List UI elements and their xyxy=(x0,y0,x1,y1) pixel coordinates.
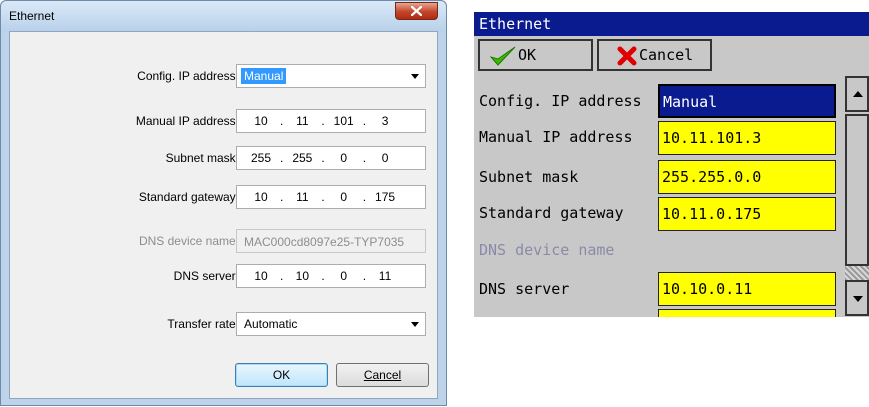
dns-server-row: DNS server: 10. 10. 0. 11 xyxy=(10,264,439,288)
ip-octet[interactable]: 0 xyxy=(328,265,360,287)
device-cancel-button[interactable]: Cancel xyxy=(597,39,712,71)
ip-octet[interactable]: 255 xyxy=(245,147,277,169)
ethernet-dialog: Ethernet Config. IP address: Manual Manu… xyxy=(0,0,447,406)
scroll-thumb[interactable] xyxy=(845,114,869,266)
arrow-up-icon xyxy=(853,91,863,97)
gateway-field[interactable]: 10. 11. 0. 175 xyxy=(236,185,426,209)
ip-octet[interactable]: 255 xyxy=(286,147,318,169)
device-ethernet-panel: Ethernet OK Cancel Config. IP address Ma… xyxy=(474,12,869,317)
device-ok-label: OK xyxy=(518,46,537,64)
device-dns-server-label: DNS server xyxy=(479,280,570,298)
ip-octet[interactable]: 11 xyxy=(369,265,401,287)
ip-dot: . xyxy=(321,114,325,128)
scroll-track[interactable] xyxy=(845,266,869,280)
transfer-rate-row: Transfer rate: Automatic xyxy=(10,312,439,336)
dns-name-label: DNS device name: xyxy=(138,234,239,248)
arrow-down-icon xyxy=(853,296,863,302)
ip-dot: . xyxy=(280,269,284,283)
config-ip-label: Config. IP address: xyxy=(137,69,239,83)
ip-dot: . xyxy=(280,151,284,165)
device-manual-ip-label: Manual IP address xyxy=(479,128,633,146)
gateway-row: Standard gateway: 10. 11. 0. 175 xyxy=(10,185,439,209)
dns-name-value: MAC000cd8097e25-TYP7035 xyxy=(244,235,405,249)
ip-dot: . xyxy=(362,190,367,204)
device-gateway-field[interactable]: 10.11.0.175 xyxy=(658,197,836,231)
gateway-label: Standard gateway: xyxy=(138,190,239,204)
chevron-down-icon xyxy=(411,322,419,327)
dns-server-label: DNS server: xyxy=(173,269,239,283)
dns-name-field: MAC000cd8097e25-TYP7035 xyxy=(236,229,426,253)
ip-octet[interactable]: 0 xyxy=(369,147,401,169)
device-gateway-label: Standard gateway xyxy=(479,204,624,222)
manual-ip-field[interactable]: 10. 11. 101. 3 xyxy=(236,109,426,133)
device-dns-name-label: DNS device name xyxy=(479,241,615,259)
config-ip-value: Manual xyxy=(241,68,287,84)
device-subnet-field[interactable]: 255.255.0.0 xyxy=(658,160,836,194)
ip-dot: . xyxy=(362,269,367,283)
ip-dot: . xyxy=(321,190,325,204)
ip-dot: . xyxy=(280,114,284,128)
ip-octet[interactable]: 10 xyxy=(245,265,277,287)
ip-dot: . xyxy=(362,151,367,165)
manual-ip-row: Manual IP address: 10. 11. 101. 3 xyxy=(10,109,439,133)
device-config-ip-label: Config. IP address xyxy=(479,92,642,110)
checkmark-icon xyxy=(490,46,516,66)
chevron-down-icon xyxy=(411,74,419,79)
ip-octet[interactable]: 3 xyxy=(369,110,401,132)
transfer-rate-value: Automatic xyxy=(244,317,298,331)
dns-name-row: DNS device name: MAC000cd8097e25-TYP7035 xyxy=(10,229,439,253)
cancel-button-label: Cancel xyxy=(363,368,402,382)
dialog-titlebar[interactable]: Ethernet xyxy=(1,1,446,31)
red-x-icon xyxy=(617,46,637,66)
scroll-up-button[interactable] xyxy=(845,76,869,112)
ip-octet[interactable]: 101 xyxy=(328,110,360,132)
scroll-down-button[interactable] xyxy=(845,280,869,316)
device-subnet-label: Subnet mask xyxy=(479,168,579,186)
ip-dot: . xyxy=(362,114,367,128)
ip-octet[interactable]: 11 xyxy=(286,110,318,132)
device-toolbar: OK Cancel xyxy=(474,36,869,74)
ok-button[interactable]: OK xyxy=(235,363,328,387)
device-next-field[interactable] xyxy=(658,309,836,317)
ip-dot: . xyxy=(321,151,325,165)
ip-octet[interactable]: 0 xyxy=(328,147,360,169)
subnet-label: Subnet mask: xyxy=(165,151,239,165)
dialog-title: Ethernet xyxy=(9,9,55,23)
ip-octet[interactable]: 10 xyxy=(245,186,277,208)
device-ok-button[interactable]: OK xyxy=(478,39,593,71)
dns-server-field[interactable]: 10. 10. 0. 11 xyxy=(236,264,426,288)
ip-octet[interactable]: 0 xyxy=(328,186,360,208)
device-config-ip-field[interactable]: Manual xyxy=(658,84,836,118)
config-ip-row: Config. IP address: Manual xyxy=(10,64,439,88)
close-icon xyxy=(411,6,422,16)
ip-dot: . xyxy=(280,190,284,204)
dialog-content: Config. IP address: Manual Manual IP add… xyxy=(9,31,438,399)
device-scrollbar[interactable] xyxy=(844,76,869,317)
ip-octet[interactable]: 175 xyxy=(369,186,401,208)
transfer-rate-select[interactable]: Automatic xyxy=(236,312,426,336)
subnet-row: Subnet mask: 255. 255. 0. 0 xyxy=(10,146,439,170)
device-panel-title: Ethernet xyxy=(474,12,869,36)
transfer-rate-label: Transfer rate: xyxy=(167,317,239,331)
config-ip-select[interactable]: Manual xyxy=(236,64,426,88)
device-manual-ip-field[interactable]: 10.11.101.3 xyxy=(658,121,836,155)
cancel-button[interactable]: Cancel xyxy=(336,363,429,387)
subnet-field[interactable]: 255. 255. 0. 0 xyxy=(236,146,426,170)
close-button[interactable] xyxy=(395,2,438,20)
dialog-button-row: OK Cancel xyxy=(10,363,439,387)
manual-ip-label: Manual IP address: xyxy=(135,114,239,128)
device-cancel-label: Cancel xyxy=(639,46,694,64)
device-dns-server-field[interactable]: 10.10.0.11 xyxy=(658,272,836,306)
ip-dot: . xyxy=(321,269,325,283)
ip-octet[interactable]: 10 xyxy=(245,110,277,132)
ip-octet[interactable]: 11 xyxy=(286,186,318,208)
ip-octet[interactable]: 10 xyxy=(286,265,318,287)
